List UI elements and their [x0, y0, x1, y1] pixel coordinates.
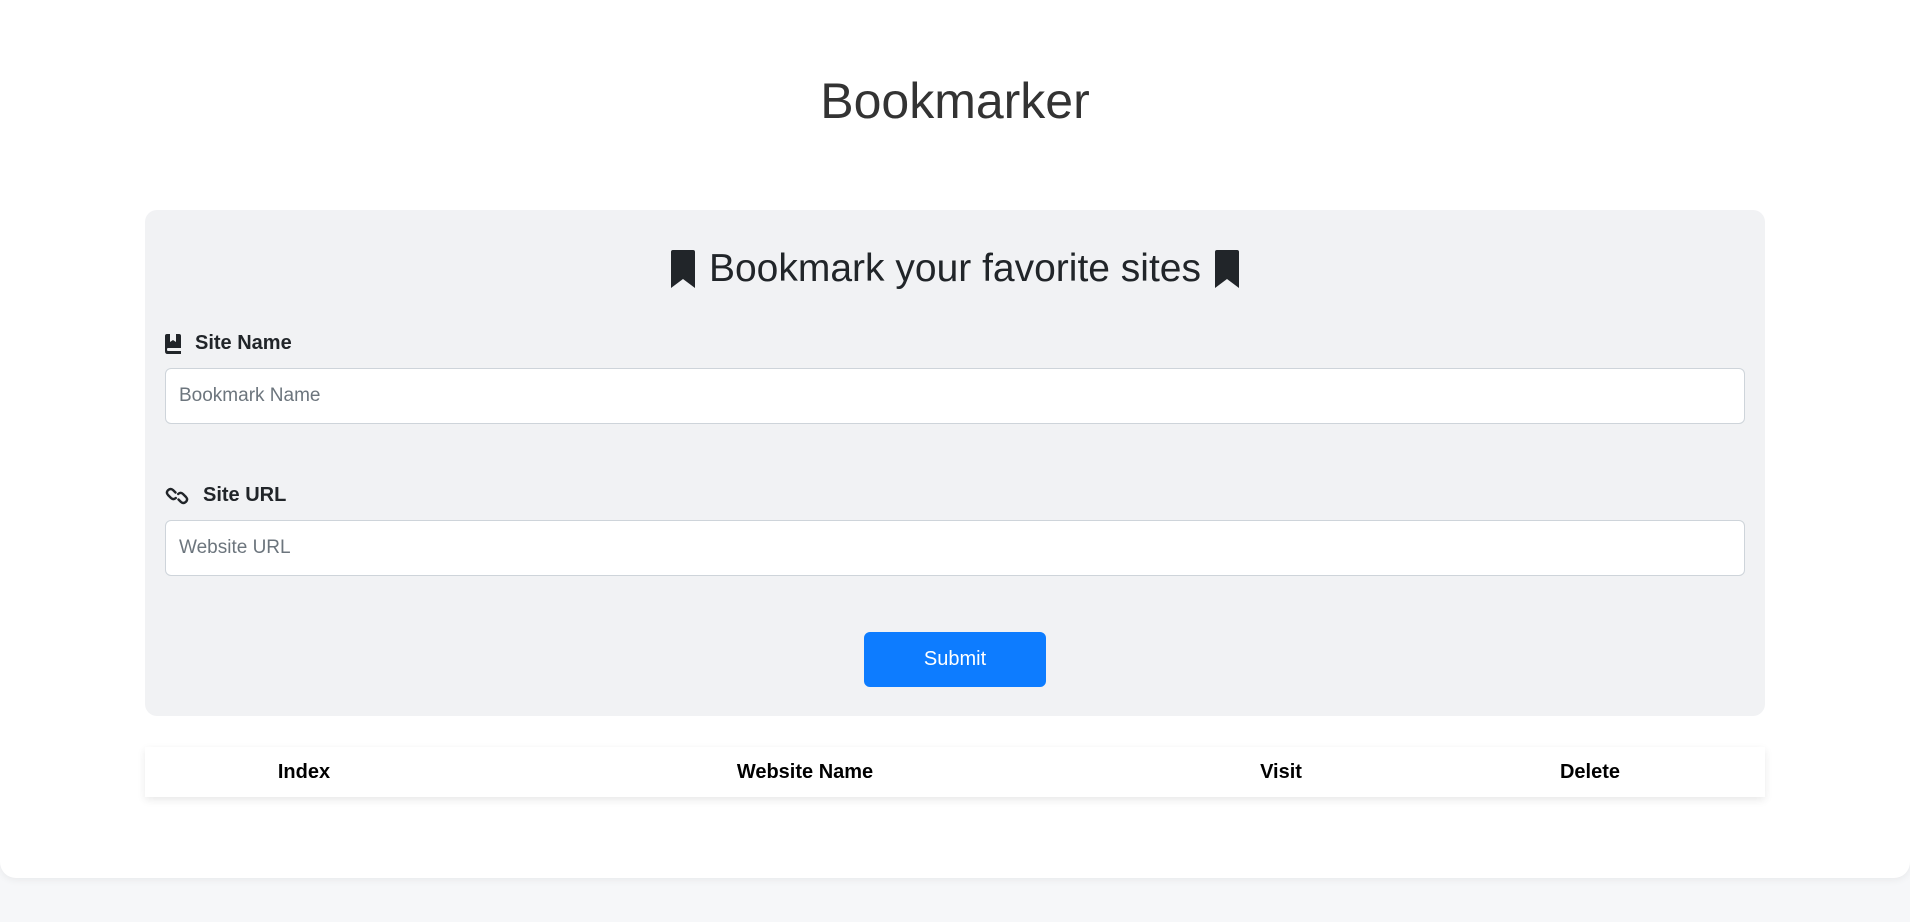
site-name-label-text: Site Name: [195, 332, 292, 354]
form-heading-text: Bookmark your favorite sites: [708, 247, 1201, 290]
submit-button[interactable]: Submit: [864, 632, 1046, 687]
table-header: Index Website Name Visit Delete: [145, 747, 1765, 797]
page-container: Bookmarker Bookmark your favorite sites …: [0, 0, 1910, 878]
form-heading: Bookmark your favorite sites: [145, 244, 1765, 294]
bookmark-form-panel: Bookmark your favorite sites Site Name B…: [145, 210, 1765, 716]
column-header-index: Index: [277, 760, 331, 783]
table-header-row: Index Website Name Visit Delete: [145, 747, 1765, 797]
book-bookmark-icon: [165, 333, 181, 354]
bookmarks-table: Index Website Name Visit Delete: [145, 747, 1765, 797]
site-url-input[interactable]: [165, 520, 1745, 576]
bookmark-icon: [1215, 250, 1239, 288]
site-url-label-text: Site URL: [203, 484, 287, 506]
column-header-website-name: Website Name: [736, 760, 874, 783]
bookmark-icon: [670, 250, 695, 288]
site-url-label: Site URL: [165, 484, 286, 507]
link-icon: [165, 487, 189, 505]
page-title: Bookmarker: [820, 73, 1090, 129]
site-name-label: Site Name: [165, 332, 292, 355]
column-header-visit: Visit: [1260, 760, 1302, 783]
site-name-input[interactable]: [165, 368, 1745, 424]
column-header-delete: Delete: [1559, 760, 1621, 783]
